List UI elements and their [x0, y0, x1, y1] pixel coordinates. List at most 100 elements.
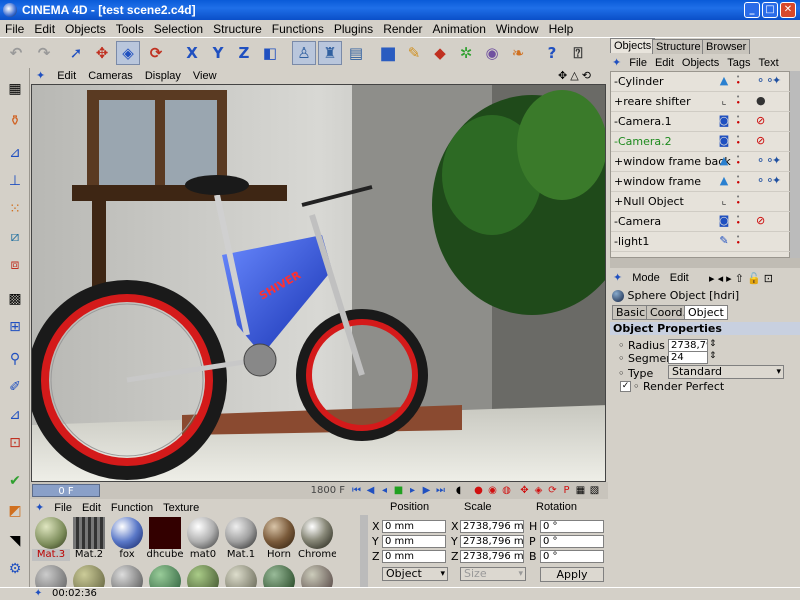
prev-key-icon[interactable]: ◀ — [364, 484, 377, 497]
object-row[interactable]: -light1 ✎ • • — [611, 232, 791, 252]
keyframe-selection-icon[interactable]: ◍ — [500, 484, 513, 497]
coord-size-dropdown[interactable]: Size — [460, 567, 526, 581]
x-axis-button[interactable]: X — [180, 41, 204, 65]
nurbs-icon[interactable]: ◆ — [428, 41, 452, 65]
next-frame-icon[interactable]: ▸ — [406, 484, 419, 497]
record-icon[interactable]: ● — [472, 484, 485, 497]
rot-p-field[interactable]: 0 ° — [540, 535, 604, 548]
render-picture-icon[interactable]: ♜ — [318, 41, 342, 65]
scale-z-field[interactable]: 2738,796 mm — [460, 550, 524, 563]
segments-stepper[interactable]: ⇕ — [709, 351, 717, 361]
spline-icon[interactable]: ✎ — [402, 41, 426, 65]
prev-frame-icon[interactable]: ◂ — [378, 484, 391, 497]
workplane-icon[interactable]: ⚙ — [2, 556, 28, 582]
object-list-scrollbar[interactable] — [790, 71, 800, 258]
material-item[interactable]: mat0 — [184, 517, 222, 561]
tab-structure[interactable]: Structure — [652, 39, 705, 54]
sound-icon[interactable]: ◖ — [452, 484, 465, 497]
material-item[interactable]: Mat.1 — [222, 517, 260, 561]
polygons-tool-icon[interactable]: ⧈ — [2, 252, 28, 278]
coord-mode-dropdown[interactable]: Object — [382, 567, 448, 581]
material-menu-file[interactable]: File — [49, 501, 77, 514]
object-row[interactable]: +window frame ▲ • • ⚬⚬ ✦ — [611, 172, 791, 192]
texture-tag-icon[interactable]: ⚬⚬ — [756, 154, 774, 168]
texture-axis-icon[interactable]: ⊞ — [2, 314, 28, 340]
attr-nav-icons[interactable]: ▸ ◂ ▸ ⇧ 🔓 ⊡ — [704, 271, 778, 285]
visibility-dots[interactable]: • • — [736, 214, 740, 227]
menu-file[interactable]: File — [0, 20, 29, 36]
menu-help[interactable]: Help — [544, 20, 579, 36]
points-tool-icon[interactable]: ⁙ — [2, 196, 28, 222]
radius-stepper[interactable]: ⇕ — [709, 339, 717, 349]
object-row[interactable]: -Cylinder ▲ • • ⚬⚬ ✦ — [611, 72, 791, 92]
menu-objects[interactable]: Objects — [60, 20, 111, 36]
minimize-button[interactable]: _ — [744, 2, 760, 18]
timeline-more-icon[interactable]: ▧ — [588, 484, 601, 497]
pos-y-field[interactable]: 0 mm — [382, 535, 446, 548]
apply-button[interactable]: Apply — [540, 567, 604, 582]
segments-field[interactable]: 24 — [668, 351, 708, 364]
visibility-dots[interactable]: • • — [736, 134, 740, 147]
z-axis-button[interactable]: Z — [232, 41, 256, 65]
viewport-menu-cameras[interactable]: Cameras — [82, 69, 139, 82]
parameter-key-icon[interactable]: P — [560, 484, 573, 497]
viewport-menu-edit[interactable]: Edit — [51, 69, 82, 82]
undo-icon[interactable]: ↶ — [4, 41, 28, 65]
protection-tag-icon[interactable]: ⊘ — [756, 214, 770, 228]
material-tag-icon[interactable]: ✦ — [772, 74, 786, 88]
render-perfect-checkbox[interactable]: ✓ — [620, 381, 631, 392]
tab-browser[interactable]: Browser — [702, 39, 751, 54]
visibility-dots[interactable]: • • — [736, 74, 740, 87]
obj-menu-objects[interactable]: Objects — [678, 56, 723, 69]
scene-object-icon[interactable]: ❧ — [506, 41, 530, 65]
menu-render[interactable]: Render — [378, 20, 427, 36]
texture-tool-icon[interactable]: ▩ — [2, 286, 28, 312]
menu-edit[interactable]: Edit — [29, 20, 60, 36]
timeline[interactable]: 0 F 1800 F ⏮ ◀ ◂ ■ ▸ ▶ ⏭ ◖ ● ◉ ◍ ✥ ◈ ⟳ P… — [30, 482, 608, 499]
solo-icon[interactable]: ◩ — [2, 498, 28, 524]
array-icon[interactable]: ✲ — [454, 41, 478, 65]
render-view-icon[interactable]: ♙ — [292, 41, 316, 65]
cinema4d-app-icon[interactable] — [3, 3, 17, 17]
next-key-icon[interactable]: ▶ — [420, 484, 433, 497]
attr-menu-mode[interactable]: Mode — [627, 271, 665, 284]
material-menu-function[interactable]: Function — [106, 501, 158, 514]
material-tag-icon[interactable]: ✦ — [772, 154, 786, 168]
texture-tag-icon[interactable]: ⚬⚬ — [756, 174, 774, 188]
goto-start-icon[interactable]: ⏮ — [350, 484, 363, 497]
y-axis-button[interactable]: Y — [206, 41, 230, 65]
object-tool-icon[interactable]: ⚱ — [2, 108, 28, 134]
play-icon[interactable]: ■ — [392, 484, 405, 497]
rotation-key-icon[interactable]: ⟳ — [546, 484, 559, 497]
tab-basic[interactable]: Basic — [612, 305, 650, 320]
material-item[interactable]: Mat.3 — [32, 517, 70, 561]
material-item[interactable]: dhcube — [146, 517, 184, 561]
context-help-icon[interactable]: ⍰ — [566, 41, 590, 65]
menu-tools[interactable]: Tools — [111, 20, 149, 36]
menu-functions[interactable]: Functions — [267, 20, 329, 36]
material-item[interactable]: Mat.2 — [70, 517, 108, 561]
obj-menu-file[interactable]: File — [625, 56, 651, 69]
visibility-dots[interactable]: • • — [736, 174, 740, 187]
object-pin-icon[interactable]: ✦ — [608, 55, 625, 69]
visibility-dots[interactable]: • • — [736, 94, 740, 107]
object-row[interactable]: +reare shifter ⌞ • • ● — [611, 92, 791, 112]
magnet-icon[interactable]: ⊿ — [2, 402, 28, 428]
menu-selection[interactable]: Selection — [149, 20, 208, 36]
menu-window[interactable]: Window — [491, 20, 544, 36]
pos-z-field[interactable]: 0 mm — [382, 550, 446, 563]
3d-viewport[interactable]: SHIVER — [31, 84, 606, 482]
material-scrollbar[interactable] — [360, 515, 368, 587]
cube-icon[interactable]: ■ — [376, 41, 400, 65]
pla-key-icon[interactable]: ▦ — [574, 484, 587, 497]
object-row[interactable]: +Null Object ⌞ • • — [611, 192, 791, 212]
menu-plugins[interactable]: Plugins — [329, 20, 378, 36]
tab-object[interactable]: Object — [684, 305, 728, 320]
model-tool-icon[interactable]: ⊿ — [2, 140, 28, 166]
close-button[interactable]: ✕ — [780, 2, 796, 18]
maximize-button[interactable]: □ — [762, 2, 778, 18]
viewport-pin-icon[interactable]: ✦ — [30, 68, 51, 82]
scale-x-field[interactable]: 2738,796 mm — [460, 520, 524, 533]
material-item[interactable]: fox — [108, 517, 146, 561]
material-pin-icon[interactable]: ✦ — [30, 500, 49, 514]
